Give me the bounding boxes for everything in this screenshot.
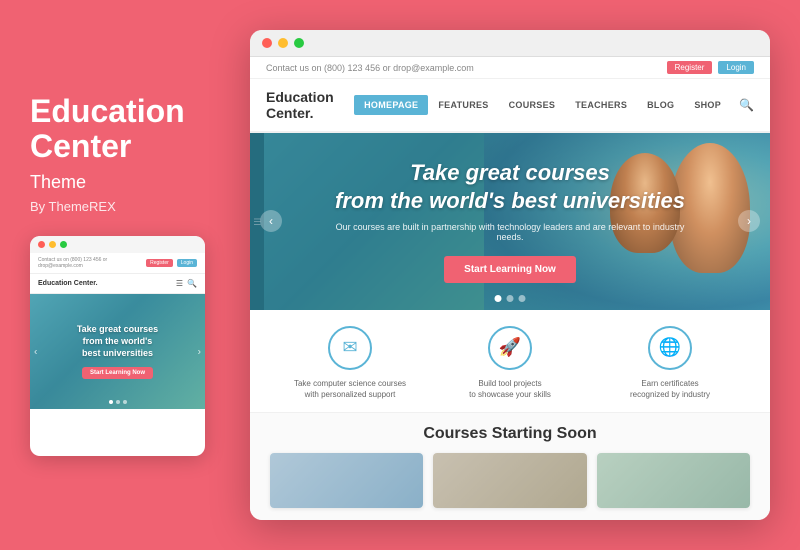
nav-item-teachers[interactable]: TEACHERS bbox=[565, 95, 637, 115]
course-card-2[interactable] bbox=[433, 453, 586, 508]
mobile-hero-dots bbox=[109, 400, 127, 404]
browser-dot-yellow bbox=[278, 38, 288, 48]
features-section: ✉ Take computer science courses with per… bbox=[250, 310, 770, 413]
browser-dot-green bbox=[294, 38, 304, 48]
left-panel: Education Center Theme By ThemeREX Conta… bbox=[30, 94, 250, 456]
course-card-1[interactable] bbox=[270, 453, 423, 508]
hero-dots bbox=[495, 295, 526, 302]
feature-text-3: Earn certificates recognized by industry bbox=[590, 378, 750, 400]
nav-item-courses[interactable]: COURSES bbox=[499, 95, 566, 115]
website-content: Contact us on (800) 123 456 or drop@exam… bbox=[250, 57, 770, 520]
hero-dot-1[interactable] bbox=[495, 295, 502, 302]
hero-arrow-left[interactable]: ‹ bbox=[260, 210, 282, 232]
mobile-nav-icons: ☰ 🔍 bbox=[176, 279, 197, 288]
register-button[interactable]: Register bbox=[667, 61, 713, 74]
mobile-logo: Education Center. bbox=[38, 280, 98, 287]
hero-title: Take great courses from the world's best… bbox=[330, 159, 690, 214]
mobile-hero: ‹ › Take great coursesfrom the world'sbe… bbox=[30, 294, 205, 409]
feature-icon-1: ✉ bbox=[328, 326, 372, 370]
hero-subtitle: Our courses are built in partnership wit… bbox=[330, 222, 690, 242]
nav-item-blog[interactable]: BLOG bbox=[637, 95, 684, 115]
nav-item-shop[interactable]: SHOP bbox=[684, 95, 731, 115]
mobile-contact-text: Contact us on (800) 123 456 or drop@exam… bbox=[38, 257, 146, 269]
courses-grid bbox=[270, 453, 750, 508]
hero-arrow-right[interactable]: › bbox=[738, 210, 760, 232]
theme-subtitle: Theme bbox=[30, 172, 230, 193]
courses-title: Courses Starting Soon bbox=[270, 425, 750, 443]
mobile-arrow-left[interactable]: ‹ bbox=[34, 346, 37, 357]
right-panel: Contact us on (800) 123 456 or drop@exam… bbox=[250, 30, 770, 520]
contact-bar-right: Register Login bbox=[667, 61, 754, 74]
mobile-hero-text: Take great coursesfrom the world'sbest u… bbox=[77, 324, 158, 359]
feature-text-1: Take computer science courses with perso… bbox=[270, 378, 430, 400]
mobile-search-icon[interactable]: 🔍 bbox=[187, 279, 197, 288]
nav-menu: HOMEPAGE FEATURES COURSES TEACHERS BLOG … bbox=[354, 95, 754, 115]
nav-item-homepage[interactable]: HOMEPAGE bbox=[354, 95, 428, 115]
mobile-dot-green bbox=[60, 241, 67, 248]
mobile-hero-cta[interactable]: Start Learning Now bbox=[82, 367, 153, 379]
theme-author: By ThemeREX bbox=[30, 199, 230, 214]
mobile-preview: Contact us on (800) 123 456 or drop@exam… bbox=[30, 236, 205, 456]
main-wrapper: Education Center Theme By ThemeREX Conta… bbox=[0, 0, 800, 550]
mobile-nav-dot-3 bbox=[123, 400, 127, 404]
feature-item-3: 🌐 Earn certificates recognized by indust… bbox=[590, 326, 750, 400]
course-img-1 bbox=[270, 453, 423, 508]
feature-item-2: 🚀 Build tool projects to showcase your s… bbox=[430, 326, 590, 400]
mobile-register-btn[interactable]: Register bbox=[146, 259, 173, 267]
course-img-3 bbox=[597, 453, 750, 508]
login-button[interactable]: Login bbox=[718, 61, 754, 74]
theme-title: Education Center bbox=[30, 94, 230, 164]
browser-dot-red bbox=[262, 38, 272, 48]
hero-section: ||| ‹ › Take great courses from the worl… bbox=[250, 133, 770, 310]
feature-text-2: Build tool projects to showcase your ski… bbox=[430, 378, 590, 400]
courses-section: Courses Starting Soon bbox=[250, 413, 770, 520]
mobile-login-btn[interactable]: Login bbox=[177, 259, 197, 267]
mobile-dot-red bbox=[38, 241, 45, 248]
nav-item-features[interactable]: FEATURES bbox=[428, 95, 498, 115]
mobile-nav-dot-1 bbox=[109, 400, 113, 404]
mobile-topbar: Contact us on (800) 123 456 or drop@exam… bbox=[30, 253, 205, 274]
feature-item-1: ✉ Take computer science courses with per… bbox=[270, 326, 430, 400]
hero-content: Take great courses from the world's best… bbox=[300, 159, 720, 283]
hero-dot-3[interactable] bbox=[519, 295, 526, 302]
mobile-browser-dots bbox=[30, 236, 205, 253]
mobile-nav-dot-2 bbox=[116, 400, 120, 404]
hero-dot-2[interactable] bbox=[507, 295, 514, 302]
nav-search-icon[interactable]: 🔍 bbox=[739, 98, 754, 112]
site-logo: Education Center. bbox=[266, 89, 354, 121]
course-card-3[interactable] bbox=[597, 453, 750, 508]
mobile-topbar-right: Register Login bbox=[146, 259, 197, 267]
mobile-dot-yellow bbox=[49, 241, 56, 248]
hero-cta-button[interactable]: Start Learning Now bbox=[444, 256, 576, 283]
mobile-arrow-right[interactable]: › bbox=[198, 346, 201, 357]
contact-text: Contact us on (800) 123 456 or drop@exam… bbox=[266, 63, 474, 73]
feature-icon-2: 🚀 bbox=[488, 326, 532, 370]
mobile-navbar: Education Center. ☰ 🔍 bbox=[30, 274, 205, 294]
feature-icon-3: 🌐 bbox=[648, 326, 692, 370]
course-img-2 bbox=[433, 453, 586, 508]
mobile-menu-icon[interactable]: ☰ bbox=[176, 279, 183, 288]
contact-bar: Contact us on (800) 123 456 or drop@exam… bbox=[250, 57, 770, 79]
browser-chrome bbox=[250, 30, 770, 57]
main-nav: Education Center. HOMEPAGE FEATURES COUR… bbox=[250, 79, 770, 133]
